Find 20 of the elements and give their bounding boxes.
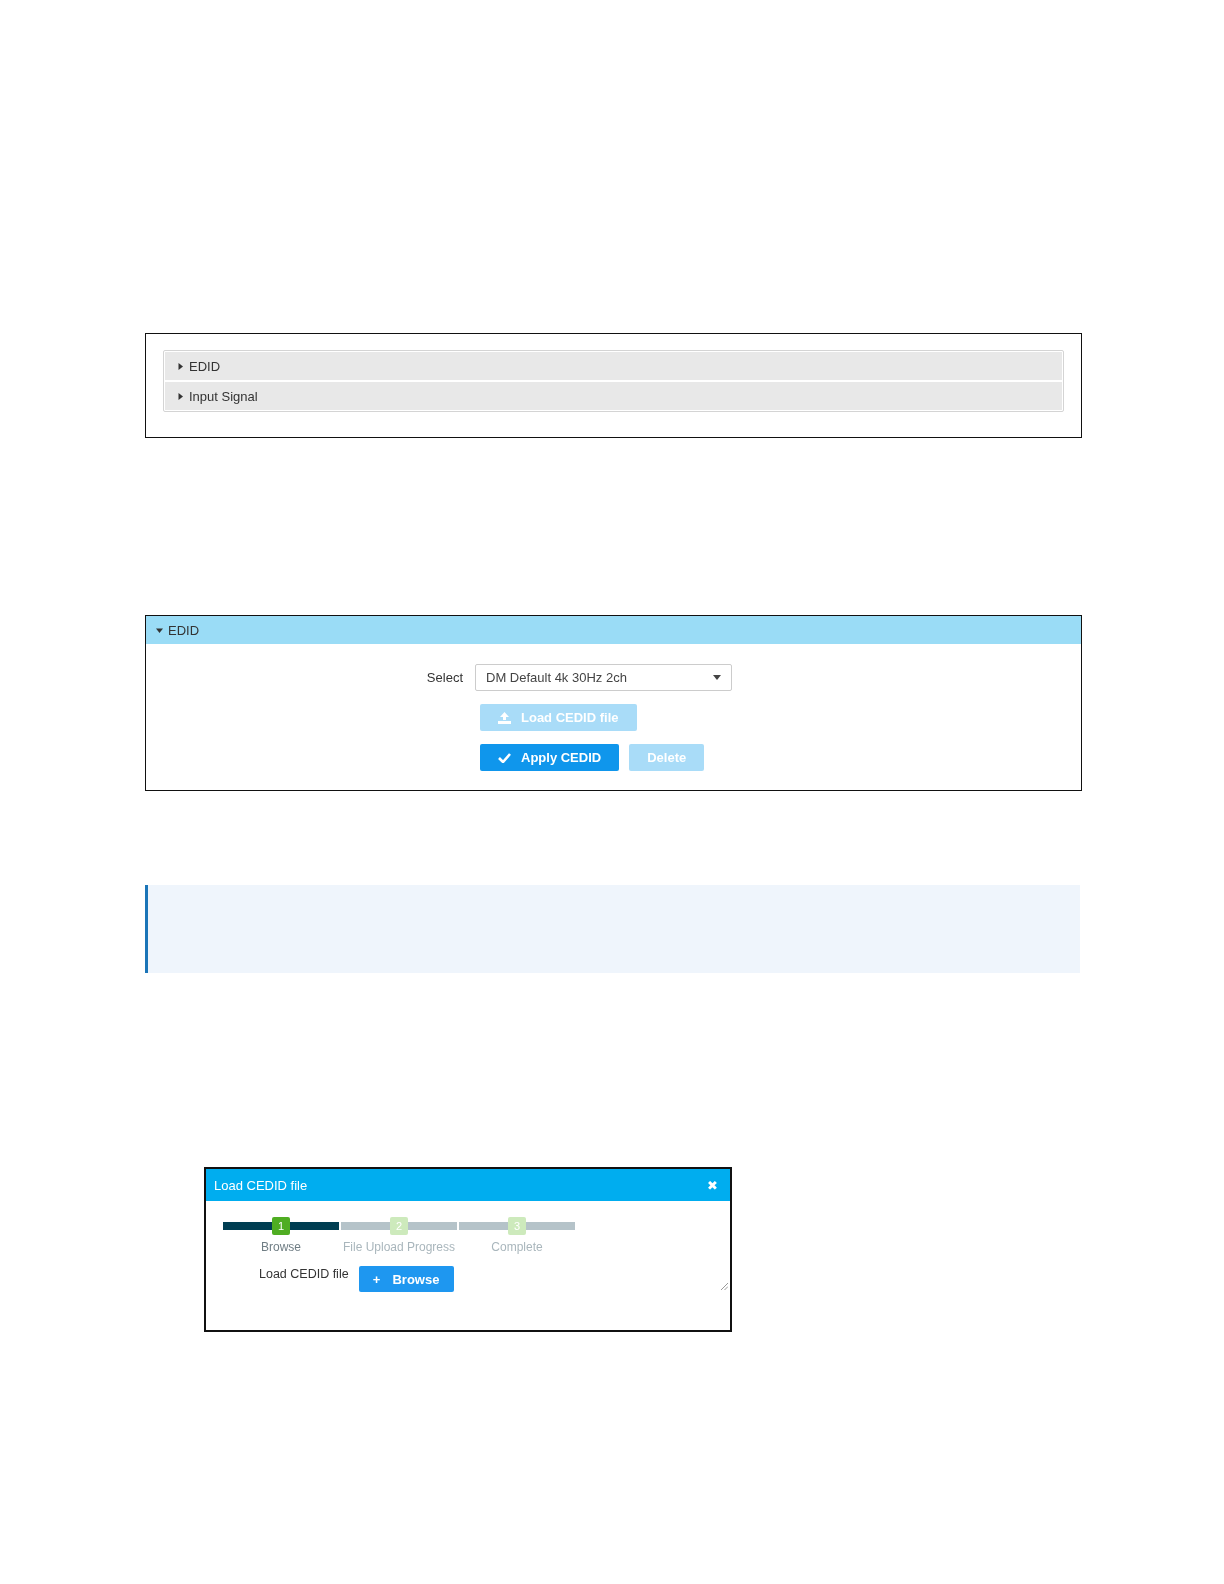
select-label: Select (426, 670, 463, 685)
close-button[interactable]: ✖ (707, 1177, 718, 1193)
step-number: 3 (508, 1217, 526, 1235)
step-label: File Upload Progress (342, 1240, 456, 1254)
action-button[interactable]: Apply CEDID (480, 744, 620, 771)
select-dropdown[interactable]: DM Default 4k 30Hz 2ch (475, 664, 732, 691)
step-number: 2 (390, 1217, 408, 1235)
upload-icon (498, 711, 511, 724)
resize-grip-icon[interactable] (721, 1283, 728, 1290)
field-label: Load CEDID file (259, 1267, 349, 1281)
browse-button[interactable]: + Browse (358, 1266, 454, 1292)
step-number: 1 (272, 1217, 290, 1235)
check-icon (498, 752, 511, 763)
step-label: Browse (261, 1240, 301, 1254)
caret-icon (713, 675, 721, 680)
step-label: Complete (491, 1240, 543, 1254)
accordion-header[interactable]: Input Signal (165, 382, 1062, 410)
panel-header[interactable]: EDID (146, 616, 1081, 644)
accordion-header[interactable]: EDID (165, 352, 1062, 380)
dialog-title: Load CEDID file (214, 1177, 308, 1193)
